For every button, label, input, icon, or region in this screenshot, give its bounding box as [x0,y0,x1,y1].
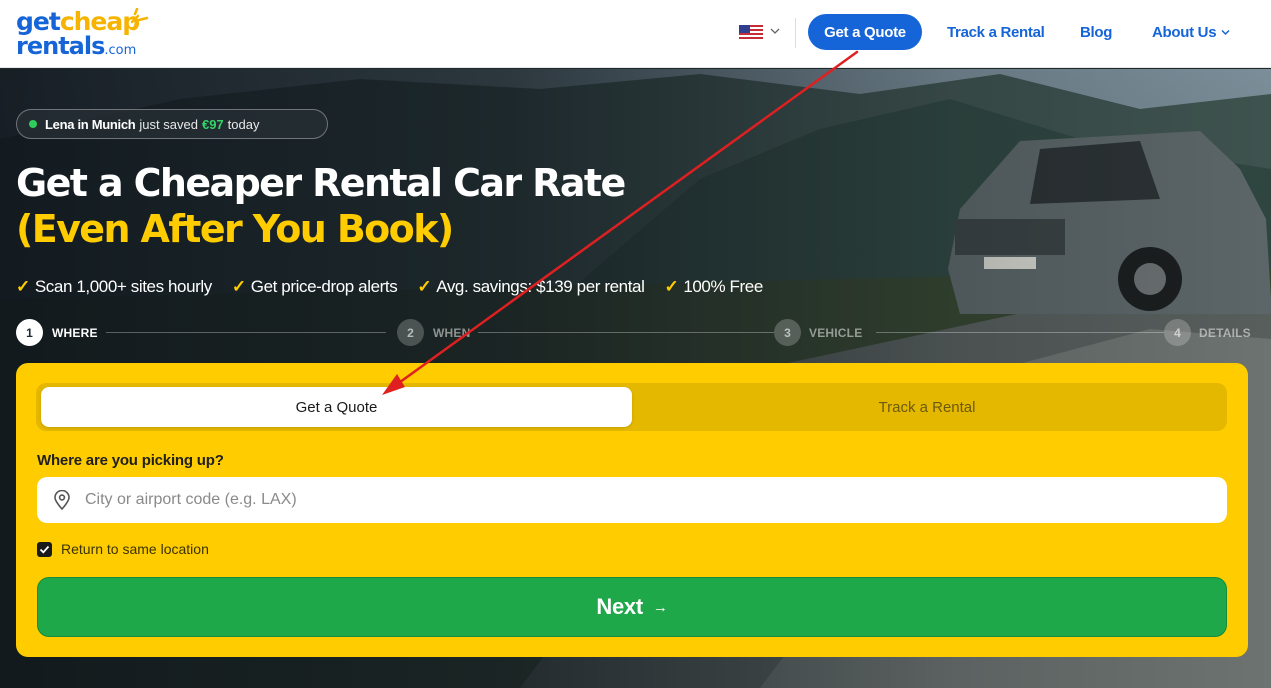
return-same-location-checkbox[interactable]: Return to same location [37,541,209,557]
hero-title: Get a Cheaper Rental Car Rate [16,161,626,205]
step-connector [106,332,386,333]
form-tabs: Get a Quote Track a Rental [36,383,1227,431]
step-3-number: 3 [774,319,801,346]
logo-sparkle-icon [130,8,149,24]
social-proof-when: today [227,116,260,132]
perks-list: ✓ Scan 1,000+ sites hourly ✓ Get price-dro… [16,277,783,297]
next-button-label: Next [596,594,643,619]
next-button[interactable]: Next → [37,577,1227,637]
perk-item: ✓ 100% Free [664,277,763,296]
quote-form-card: Get a Quote Track a Rental Where are you… [16,363,1248,657]
step-3-label: VEHICLE [809,326,863,340]
checkmark-icon: ✓ [16,277,30,296]
social-proof-text: just saved [139,116,198,132]
step-connector [876,332,1164,333]
checkmark-icon: ✓ [664,277,679,296]
step-4-label: DETAILS [1199,326,1251,340]
perk-item: ✓ Scan 1,000+ sites hourly [16,277,212,296]
get-a-quote-button[interactable]: Get a Quote [808,14,922,50]
return-same-location-label: Return to same location [61,541,209,557]
nav-about-us[interactable]: About Us [1152,24,1217,41]
us-flag-icon[interactable] [739,25,763,39]
hero-section: Lena in Munich just saved €97 today Get … [0,69,1271,688]
map-pin-icon [54,490,70,510]
arrow-right-icon: → [652,598,668,616]
checkmark-icon: ✓ [417,277,432,296]
step-4-number: 4 [1164,319,1191,346]
checkmark-icon: ✓ [231,277,246,296]
step-1-label: WHERE [52,326,98,340]
social-proof-who: Lena in Munich [45,116,136,132]
header-divider [795,18,796,48]
pickup-input-wrapper[interactable] [37,477,1227,523]
nav-blog[interactable]: Blog [1080,24,1112,41]
site-header: getcheap rentals.com Get a Quote Track a… [0,0,1271,68]
step-2-label: WHEN [433,326,471,340]
pickup-location-input[interactable] [85,477,1215,523]
perk-item: ✓ Avg. savings: $139 per rental [417,277,645,296]
hero-subtitle: (Even After You Book) [16,207,454,251]
step-1-number: 1 [16,319,43,346]
live-dot-icon [29,120,37,128]
chevron-down-icon[interactable] [770,27,780,35]
logo-line-2: rentals.com [16,32,137,60]
logo[interactable]: getcheap rentals.com [16,8,156,60]
social-proof-badge: Lena in Munich just saved €97 today [16,109,328,139]
progress-stepper: 1 WHERE 2 WHEN 3 VEHICLE 4 DETAILS [16,319,1256,347]
perk-item: ✓ Get price-drop alerts [231,277,398,296]
step-connector [478,332,774,333]
pickup-label: Where are you picking up? [37,452,224,469]
nav-track-a-rental[interactable]: Track a Rental [947,24,1045,41]
checkbox-checked-icon[interactable] [37,541,52,557]
social-proof-amount: €97 [201,116,224,132]
step-2-number: 2 [397,319,424,346]
tab-track-a-rental[interactable]: Track a Rental [632,387,1222,427]
chevron-down-icon[interactable] [1221,29,1230,36]
tab-get-a-quote[interactable]: Get a Quote [41,387,632,427]
